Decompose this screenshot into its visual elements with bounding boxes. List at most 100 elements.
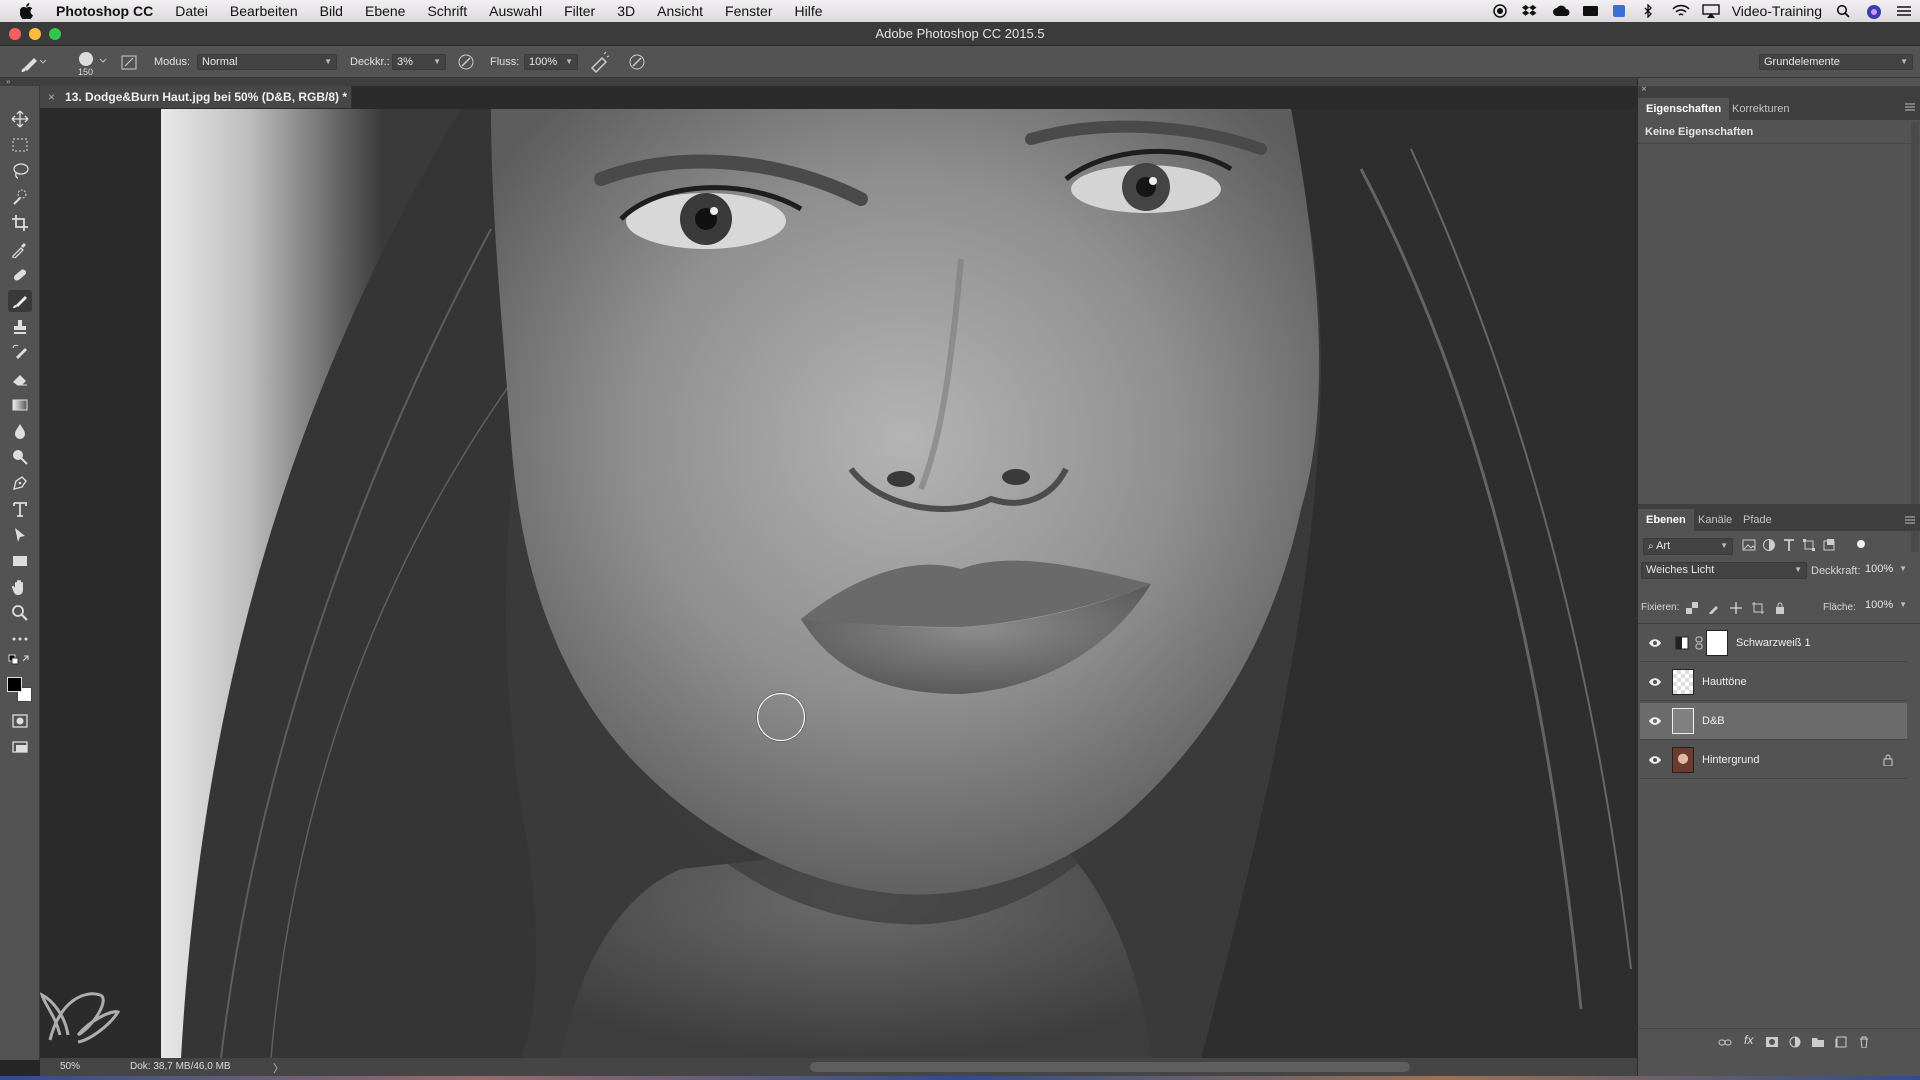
zoom-level[interactable]: 50% [60, 1061, 80, 1072]
type-tool-icon[interactable] [8, 498, 32, 520]
lasso-tool-icon[interactable] [8, 160, 32, 182]
menu-schrift[interactable]: Schrift [416, 0, 478, 22]
layer-name[interactable]: Hauttöne [1702, 664, 1747, 701]
visibility-eye-icon[interactable] [1648, 676, 1662, 688]
opacity-input[interactable]: 3% ▼ [392, 54, 446, 70]
menu-app-name[interactable]: Photoshop CC [45, 0, 164, 22]
tab-eigenschaften[interactable]: Eigenschaften [1638, 98, 1730, 120]
mask-link-icon[interactable] [1695, 636, 1703, 653]
visibility-eye-icon[interactable] [1648, 637, 1662, 649]
move-tool-icon[interactable] [8, 108, 32, 130]
pen-tool-icon[interactable] [8, 472, 32, 494]
close-tab-icon[interactable]: × [48, 90, 55, 104]
record-icon[interactable] [1492, 4, 1508, 18]
filter-smart-object-icon[interactable] [1822, 538, 1836, 557]
blend-mode-select[interactable]: Weiches Licht ▼ [1641, 562, 1807, 579]
layer-filter-select[interactable]: ⌕ Art ▼ [1643, 538, 1733, 555]
airbrush-icon[interactable] [588, 46, 610, 78]
layer-thumbnail-gray[interactable] [1672, 708, 1694, 734]
lock-all-icon[interactable] [1774, 601, 1786, 619]
workspace-switcher[interactable]: Grundelemente ▼ [1759, 54, 1913, 70]
layer-mask-thumbnail[interactable] [1706, 630, 1728, 656]
tab-ebenen[interactable]: Ebenen [1638, 509, 1694, 531]
gradient-tool-icon[interactable] [8, 394, 32, 416]
dodge-tool-icon[interactable] [8, 446, 32, 468]
hand-tool-icon[interactable] [8, 576, 32, 598]
foreground-color-swatch[interactable] [7, 677, 22, 692]
path-selection-tool-icon[interactable] [8, 524, 32, 546]
brush-tool-icon[interactable] [8, 290, 32, 312]
filter-adjustment-icon[interactable] [1762, 538, 1776, 557]
lock-transparent-icon[interactable] [1686, 601, 1698, 619]
pressure-opacity-icon[interactable] [456, 46, 476, 78]
new-group-folder-icon[interactable] [1811, 1035, 1825, 1053]
new-layer-icon[interactable] [1835, 1035, 1847, 1053]
finder-icon[interactable] [1612, 4, 1628, 18]
wifi-icon[interactable] [1672, 4, 1690, 18]
marquee-tool-icon[interactable] [8, 134, 32, 156]
status-info-arrow[interactable]: 〉 [273, 1060, 284, 1076]
menu-hilfe[interactable]: Hilfe [784, 0, 834, 22]
layer-row-schwarzweiss[interactable]: Schwarzweiß 1 [1640, 625, 1907, 662]
rectangle-tool-icon[interactable] [8, 550, 32, 572]
properties-scrollbar[interactable] [1911, 122, 1919, 552]
lock-artboard-icon[interactable] [1752, 601, 1764, 619]
visibility-eye-icon[interactable] [1648, 754, 1662, 766]
layer-name[interactable]: D&B [1702, 703, 1725, 740]
bluetooth-icon[interactable] [1642, 3, 1658, 19]
mode-select[interactable]: Normal ▼ [197, 54, 337, 70]
layer-thumbnail-photo[interactable] [1672, 747, 1694, 773]
panel-menu-icon[interactable] [1905, 515, 1915, 528]
panel-menu-icon[interactable] [1905, 102, 1915, 115]
delete-layer-trash-icon[interactable] [1858, 1035, 1870, 1053]
menu-bild[interactable]: Bild [309, 0, 354, 22]
brush-panel-toggle-icon[interactable] [120, 46, 138, 78]
history-brush-tool-icon[interactable] [8, 342, 32, 364]
eraser-tool-icon[interactable] [8, 368, 32, 390]
image-canvas[interactable] [161, 109, 1637, 1058]
creative-cloud-icon[interactable] [1552, 4, 1570, 18]
more-tools-icon[interactable] [8, 628, 32, 650]
filter-toggle[interactable] [1857, 540, 1865, 548]
layer-row-hintergrund[interactable]: Hintergrund [1640, 742, 1907, 779]
document-tab[interactable]: × 13. Dodge&Burn Haut.jpg bei 50% (D&B, R… [40, 86, 352, 108]
layer-style-fx-icon[interactable]: fx [1744, 1033, 1753, 1047]
layer-name[interactable]: Schwarzweiß 1 [1736, 625, 1811, 662]
screen-mode-icon[interactable] [8, 736, 32, 758]
quick-selection-tool-icon[interactable] [8, 186, 32, 208]
menu-auswahl[interactable]: Auswahl [478, 0, 553, 22]
spotlight-icon[interactable] [1836, 4, 1852, 18]
filter-type-icon[interactable] [1782, 538, 1796, 557]
clone-stamp-tool-icon[interactable] [8, 316, 32, 338]
layer-thumbnail-transparent[interactable] [1672, 669, 1694, 695]
lock-pixels-icon[interactable] [1708, 601, 1720, 619]
collapse-arrows-icon[interactable]: » [6, 77, 10, 86]
menu-ansicht[interactable]: Ansicht [646, 0, 714, 22]
siri-icon[interactable] [1866, 4, 1882, 19]
zoom-tool-icon[interactable] [8, 602, 32, 624]
filter-shape-icon[interactable] [1802, 538, 1816, 557]
tab-kanaele[interactable]: Kanäle [1690, 509, 1740, 531]
layer-row-db[interactable]: D&B [1640, 703, 1907, 740]
link-layers-icon[interactable] [1718, 1036, 1732, 1054]
menu-ebene[interactable]: Ebene [354, 0, 416, 22]
apple-menu-icon[interactable] [0, 3, 45, 19]
default-colors-icon[interactable] [8, 654, 32, 668]
menu-3d[interactable]: 3D [606, 0, 646, 22]
flow-input[interactable]: 100% ▼ [524, 54, 578, 70]
layer-row-hauttoene[interactable]: Hauttöne [1640, 664, 1907, 701]
close-panel-icon[interactable]: × [1641, 84, 1647, 95]
visibility-eye-icon[interactable] [1648, 715, 1662, 727]
tool-preset-picker[interactable] [20, 46, 48, 78]
crop-tool-icon[interactable] [8, 212, 32, 234]
menu-filter[interactable]: Filter [553, 0, 606, 22]
healing-brush-tool-icon[interactable] [8, 264, 32, 286]
tab-korrekturen[interactable]: Korrekturen [1724, 98, 1797, 120]
menu-datei[interactable]: Datei [164, 0, 219, 22]
horizontal-scrollbar[interactable] [810, 1062, 1410, 1072]
eyedropper-tool-icon[interactable] [8, 238, 32, 260]
menubar-user[interactable]: Video-Training [1732, 3, 1822, 19]
menu-fenster[interactable]: Fenster [714, 0, 783, 22]
lock-position-icon[interactable] [1730, 601, 1742, 619]
new-adjustment-layer-icon[interactable] [1789, 1035, 1801, 1053]
